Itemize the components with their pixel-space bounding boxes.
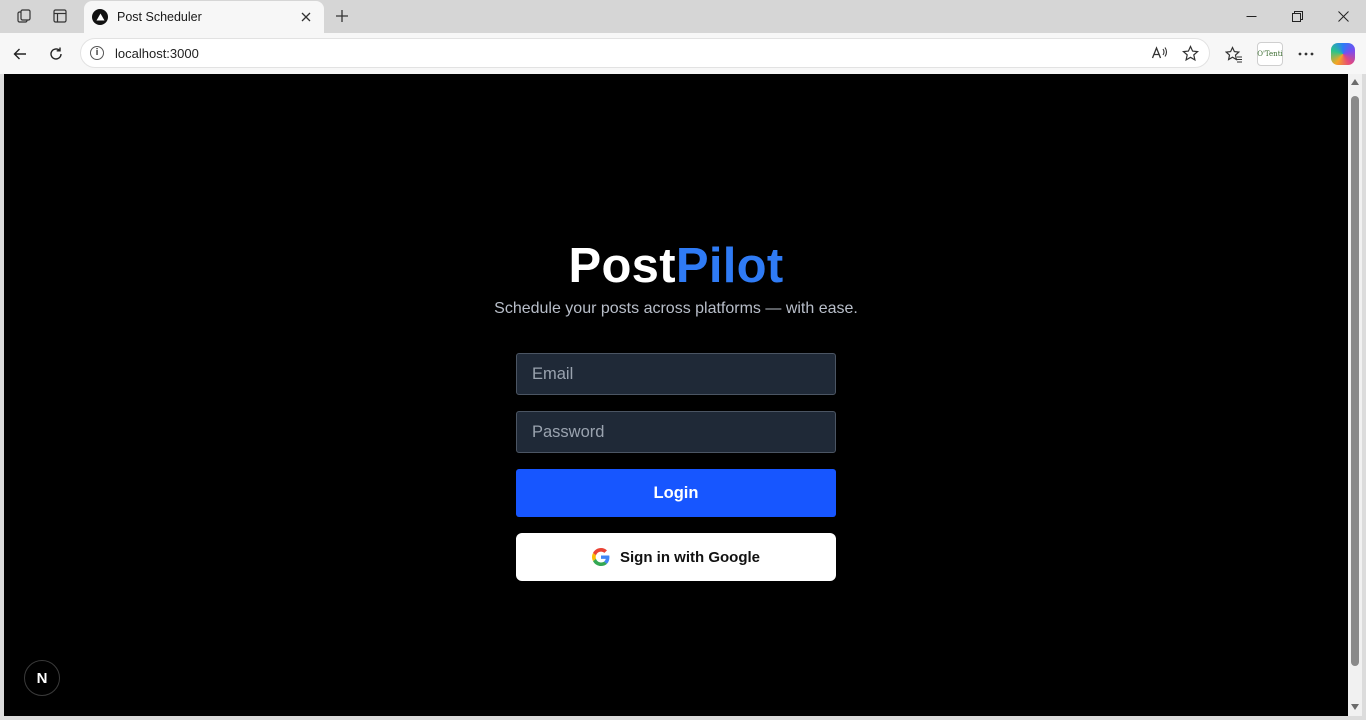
page-scrollbar[interactable] [1348, 74, 1362, 716]
login-button[interactable]: Login [516, 469, 836, 517]
restore-icon[interactable] [1274, 0, 1320, 33]
scroll-thumb[interactable] [1351, 96, 1359, 666]
email-field[interactable] [516, 353, 836, 395]
refresh-icon[interactable] [42, 40, 70, 68]
brand-logo-text: PostPilot [4, 238, 1348, 294]
favorites-icon[interactable] [1220, 40, 1248, 68]
brand-part-pilot: Pilot [675, 239, 784, 293]
tab-favicon-icon [92, 9, 108, 25]
more-icon[interactable] [1292, 40, 1320, 68]
favorite-star-icon[interactable] [1175, 39, 1205, 67]
tab-title: Post Scheduler [117, 10, 202, 24]
scroll-down-icon[interactable] [1351, 704, 1359, 710]
brand-part-post: Post [568, 239, 676, 293]
google-signin-label: Sign in with Google [620, 548, 760, 566]
address-url[interactable]: localhost:3000 [115, 46, 1145, 61]
scroll-up-icon[interactable] [1351, 79, 1359, 85]
vertical-tabs-icon[interactable] [46, 4, 74, 28]
workspaces-icon[interactable] [10, 4, 38, 28]
new-tab-icon[interactable] [330, 4, 354, 28]
browser-tab-strip: Post Scheduler [0, 0, 1366, 33]
page-viewport: PostPilot Schedule your posts across pla… [4, 74, 1348, 716]
google-icon [592, 548, 610, 566]
profile-label: O'Tenti [1257, 50, 1283, 58]
tagline: Schedule your posts across platforms — w… [494, 300, 858, 317]
window-close-icon[interactable] [1320, 0, 1366, 33]
address-bar[interactable]: i localhost:3000 [80, 38, 1210, 68]
close-icon[interactable] [298, 9, 314, 25]
copilot-icon[interactable] [1331, 43, 1355, 65]
info-icon[interactable]: i [90, 46, 104, 60]
tab-post-scheduler[interactable]: Post Scheduler [84, 1, 324, 33]
profile-avatar[interactable]: O'Tenti [1257, 42, 1283, 66]
browser-toolbar: i localhost:3000 [0, 33, 1366, 74]
back-icon[interactable] [6, 40, 34, 68]
nextjs-dev-badge[interactable]: N [24, 660, 60, 696]
minimize-icon[interactable] [1228, 0, 1274, 33]
google-signin-button[interactable]: Sign in with Google [516, 533, 836, 581]
password-field[interactable] [516, 411, 836, 453]
read-aloud-icon[interactable] [1145, 39, 1175, 67]
